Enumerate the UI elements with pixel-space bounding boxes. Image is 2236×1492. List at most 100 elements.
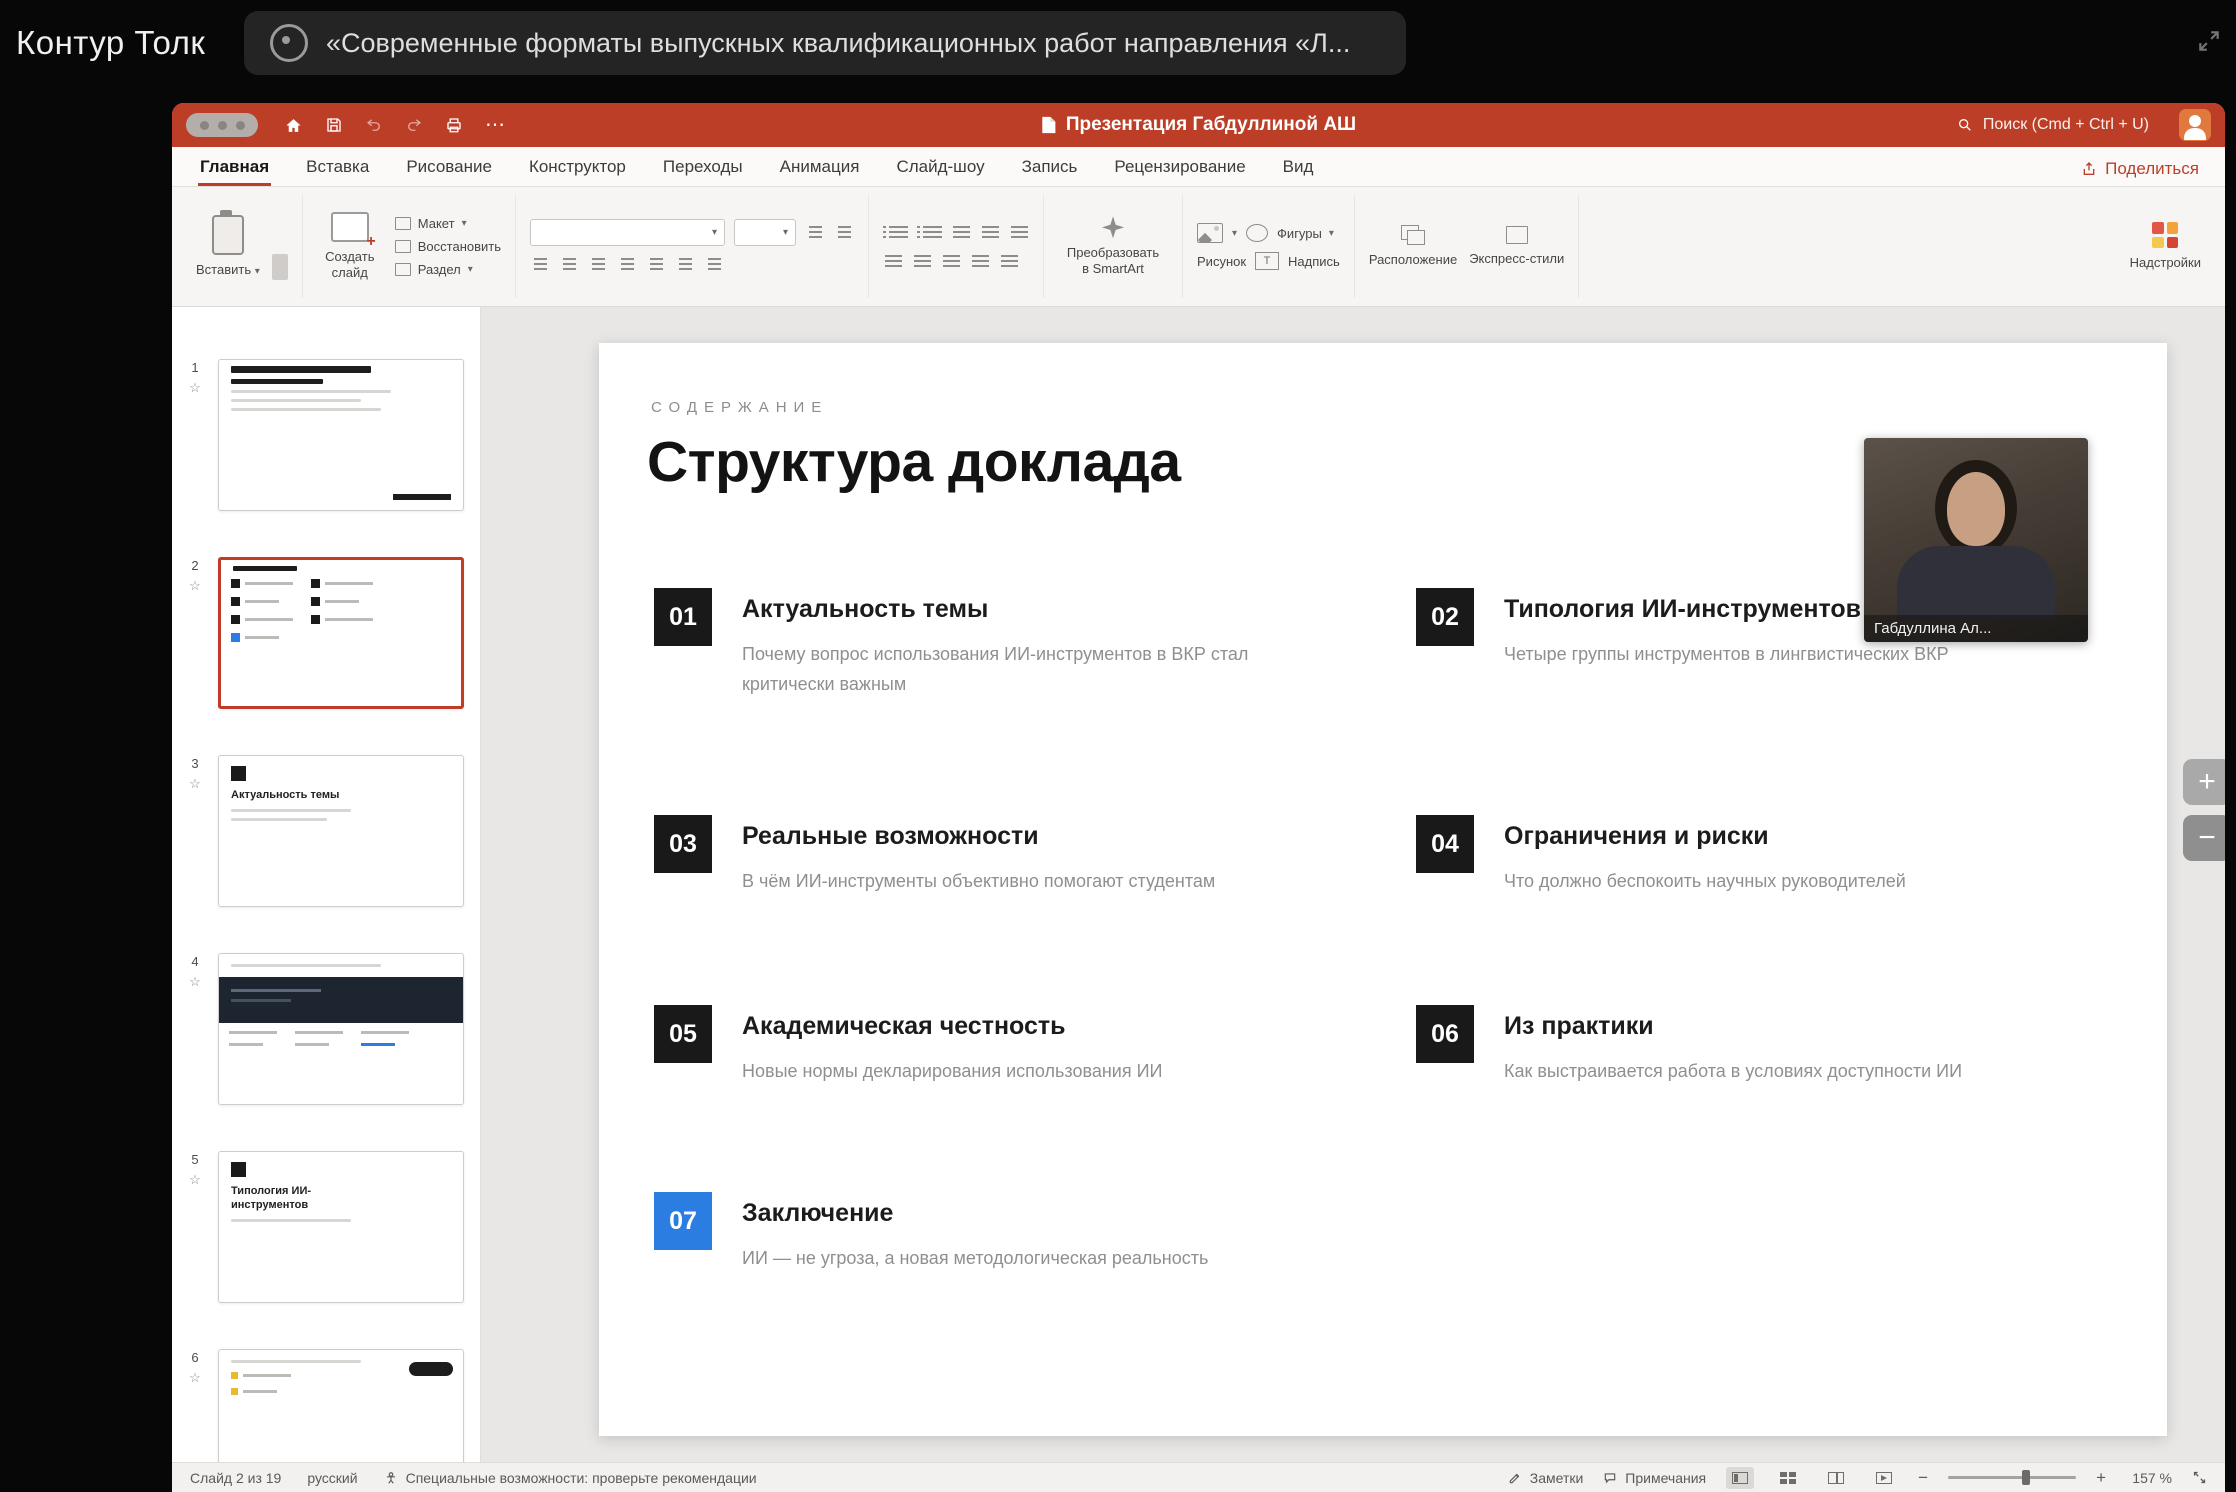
zoom-percentage[interactable]: 157 % bbox=[2126, 1470, 2172, 1486]
home-icon[interactable] bbox=[284, 116, 303, 135]
tab-vstavka[interactable]: Вставка bbox=[304, 157, 371, 186]
thumbnail-slide-6[interactable]: 6 ☆ bbox=[172, 1349, 480, 1462]
tab-slideshow[interactable]: Слайд-шоу bbox=[894, 157, 986, 186]
text-direction-icon[interactable] bbox=[999, 251, 1019, 271]
print-icon[interactable] bbox=[445, 116, 463, 134]
save-icon[interactable] bbox=[325, 116, 343, 134]
undo-icon[interactable] bbox=[365, 116, 383, 134]
character-spacing-icon[interactable] bbox=[704, 255, 724, 275]
section-button[interactable]: Раздел ▾ bbox=[395, 262, 501, 277]
decrease-font-icon[interactable] bbox=[834, 222, 854, 242]
strikethrough-icon[interactable] bbox=[617, 255, 637, 275]
agenda-item-07: 07 Заключение ИИ — не угроза, а новая ме… bbox=[654, 1192, 1208, 1274]
thumbnail-slide-5[interactable]: 5 ☆ Типология ИИ-инструментов bbox=[172, 1151, 480, 1303]
account-avatar[interactable] bbox=[2179, 109, 2211, 141]
chevron-down-icon: ▾ bbox=[1329, 228, 1334, 239]
comments-button[interactable]: Примечания bbox=[1603, 1470, 1706, 1486]
tab-risovanie[interactable]: Рисование bbox=[404, 157, 494, 186]
thumbnail-slide-2[interactable]: 2 ☆ bbox=[172, 557, 480, 709]
slide-canvas: СОДЕРЖАНИЕ Структура доклада 01 Актуальн… bbox=[481, 307, 2225, 1462]
zoom-slider-knob[interactable] bbox=[2022, 1470, 2030, 1485]
search-box[interactable]: Поиск (Cmd + Ctrl + U) bbox=[1957, 116, 2149, 134]
zoom-in-icon[interactable]: + bbox=[2096, 1469, 2106, 1486]
insert-picture-icon[interactable] bbox=[1197, 223, 1223, 243]
paste-button[interactable]: Вставить ▾ bbox=[196, 215, 260, 278]
chevron-down-icon: ▾ bbox=[712, 227, 717, 238]
smartart-button[interactable]: Преобразоватьв SmartArt bbox=[1058, 216, 1168, 276]
decrease-indent-icon[interactable] bbox=[951, 222, 971, 242]
columns-icon[interactable] bbox=[970, 251, 990, 271]
tab-konstruktor[interactable]: Конструктор bbox=[527, 157, 628, 186]
increase-font-icon[interactable] bbox=[805, 222, 825, 242]
normal-view-button[interactable] bbox=[1726, 1467, 1754, 1489]
fit-to-window-icon bbox=[2192, 1470, 2207, 1485]
quick-styles-button[interactable]: Экспресс-стили bbox=[1469, 226, 1564, 267]
reading-view-button[interactable] bbox=[1822, 1467, 1850, 1489]
arrange-button[interactable]: Расположение bbox=[1369, 225, 1457, 268]
format-painter-icon[interactable] bbox=[272, 254, 288, 280]
shapes-button[interactable]: Фигуры ▾ bbox=[1277, 226, 1334, 241]
agenda-number: 04 bbox=[1416, 815, 1474, 873]
language-indicator[interactable]: русский bbox=[307, 1470, 357, 1486]
align-center-icon[interactable] bbox=[912, 251, 932, 271]
maximize-icon[interactable] bbox=[236, 121, 245, 130]
expand-window-icon[interactable] bbox=[2196, 28, 2222, 59]
increase-indent-icon[interactable] bbox=[980, 222, 1000, 242]
webcam-video[interactable]: Габдуллина Ал... bbox=[1864, 438, 2088, 642]
tab-vid[interactable]: Вид bbox=[1281, 157, 1316, 186]
thumbnail-preview[interactable]: Актуальность темы bbox=[218, 755, 464, 907]
text-highlight-icon[interactable] bbox=[646, 255, 666, 275]
italic-icon[interactable] bbox=[559, 255, 579, 275]
font-color-icon[interactable] bbox=[675, 255, 695, 275]
zoom-slider[interactable] bbox=[1948, 1476, 2076, 1479]
zoom-out-icon[interactable]: − bbox=[1918, 1469, 1928, 1486]
tab-animatsiya[interactable]: Анимация bbox=[778, 157, 862, 186]
align-right-icon[interactable] bbox=[941, 251, 961, 271]
font-size-select[interactable]: ▾ bbox=[734, 219, 796, 246]
align-left-icon[interactable] bbox=[883, 251, 903, 271]
thumbnail-slide-4[interactable]: 4 ☆ bbox=[172, 953, 480, 1105]
layout-button[interactable]: Макет ▾ bbox=[395, 216, 501, 231]
more-commands-icon[interactable]: ⋯ bbox=[485, 115, 507, 135]
zoom-out-button[interactable]: − bbox=[2183, 815, 2225, 861]
thumbnail-preview[interactable]: Типология ИИ-инструментов bbox=[218, 1151, 464, 1303]
line-spacing-icon[interactable] bbox=[1009, 222, 1029, 242]
notes-button[interactable]: Заметки bbox=[1508, 1470, 1584, 1486]
meeting-title-pill[interactable]: «Современные форматы выпускных квалифика… bbox=[244, 11, 1406, 75]
bold-icon[interactable] bbox=[530, 255, 550, 275]
thumbnail-preview[interactable] bbox=[218, 557, 464, 709]
reset-button[interactable]: Восстановить bbox=[395, 239, 501, 254]
thumbnail-preview[interactable] bbox=[218, 359, 464, 511]
picture-button[interactable]: Рисунок bbox=[1197, 254, 1246, 269]
tab-zapis[interactable]: Запись bbox=[1020, 157, 1080, 186]
numbering-icon[interactable] bbox=[917, 222, 942, 242]
close-icon[interactable] bbox=[200, 121, 209, 130]
thumbnail-preview[interactable] bbox=[218, 953, 464, 1105]
share-button[interactable]: Поделиться bbox=[2081, 159, 2199, 179]
textbox-button[interactable]: Надпись bbox=[1288, 254, 1340, 269]
tab-perekhody[interactable]: Переходы bbox=[661, 157, 745, 186]
agenda-item-01: 01 Актуальность темы Почему вопрос испол… bbox=[654, 588, 1302, 699]
zoom-in-button[interactable]: + bbox=[2183, 759, 2225, 805]
bullets-icon[interactable] bbox=[883, 222, 908, 242]
new-slide-button[interactable]: Создать слайд bbox=[317, 212, 383, 280]
slideshow-button[interactable] bbox=[1870, 1467, 1898, 1489]
thumbnail-slide-1[interactable]: 1 ☆ bbox=[172, 359, 480, 511]
minimize-icon[interactable] bbox=[218, 121, 227, 130]
tab-glavnaya[interactable]: Главная bbox=[198, 157, 271, 186]
thumbnail-slide-3[interactable]: 3 ☆ Актуальность темы bbox=[172, 755, 480, 907]
titlebar[interactable]: ⋯ Презентация Габдуллиной АШ Поиск (Cmd … bbox=[172, 103, 2225, 147]
tab-retsenzirovanie[interactable]: Рецензирование bbox=[1112, 157, 1247, 186]
slide-sorter-view-button[interactable] bbox=[1774, 1467, 1802, 1489]
thumbnail-preview[interactable] bbox=[218, 1349, 464, 1462]
accessibility-check[interactable]: Специальные возможности: проверьте реком… bbox=[384, 1470, 757, 1486]
ribbon-tabs: Главная Вставка Рисование Конструктор Пе… bbox=[172, 147, 2225, 187]
underline-icon[interactable] bbox=[588, 255, 608, 275]
section-icon bbox=[395, 263, 411, 276]
redo-icon[interactable] bbox=[405, 116, 423, 134]
window-controls[interactable] bbox=[186, 113, 258, 137]
font-name-select[interactable]: ▾ bbox=[530, 219, 725, 246]
fit-slide-button[interactable] bbox=[2192, 1470, 2207, 1485]
addins-button[interactable]: Надстройки bbox=[2130, 222, 2201, 271]
shapes-icon bbox=[1246, 224, 1268, 242]
